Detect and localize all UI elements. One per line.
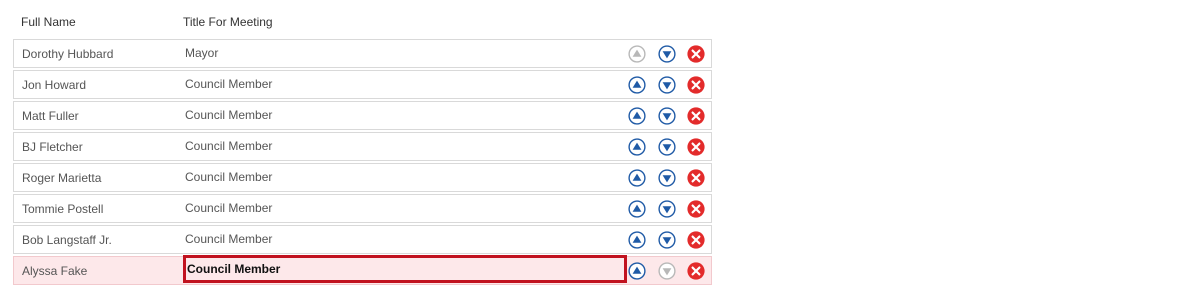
close-circle-icon [687,45,705,63]
move-up-button[interactable] [628,262,646,280]
remove-attendee-button[interactable] [687,138,705,156]
full-name-cell: Alyssa Fake [22,264,88,278]
move-down-button[interactable] [658,138,676,156]
move-down-button[interactable] [658,200,676,218]
arrow-down-circle-icon [658,107,676,125]
arrow-down-circle-icon [658,45,676,63]
arrow-up-circle-icon [628,138,646,156]
remove-attendee-button[interactable] [687,76,705,94]
meeting-title-cell[interactable]: Council Member [185,77,272,91]
move-up-button[interactable] [628,231,646,249]
meeting-title-cell[interactable]: Council Member [185,201,272,215]
full-name-cell: Matt Fuller [22,109,79,123]
column-headers: Full Name Title For Meeting [0,0,712,38]
meeting-title-cell[interactable]: Council Member [185,170,272,184]
table-row: Dorothy Hubbard Mayor [13,39,712,68]
close-circle-icon [687,138,705,156]
remove-attendee-button[interactable] [687,107,705,125]
header-full-name: Full Name [21,15,76,29]
table-row: Tommie Postell Council Member [13,194,712,223]
close-circle-icon [687,107,705,125]
full-name-cell: Roger Marietta [22,171,102,185]
remove-attendee-button[interactable] [687,45,705,63]
table-row: Bob Langstaff Jr. Council Member [13,225,712,254]
arrow-down-circle-icon [658,76,676,94]
meeting-title-cell[interactable]: Council Member [185,139,272,153]
remove-attendee-button[interactable] [687,262,705,280]
arrow-down-circle-icon [658,200,676,218]
table-row: Alyssa Fake [13,255,712,285]
move-down-button[interactable] [658,107,676,125]
close-circle-icon [687,262,705,280]
remove-attendee-button[interactable] [687,231,705,249]
meeting-title-cell[interactable]: Mayor [185,46,218,60]
close-circle-icon [687,169,705,187]
arrow-down-circle-icon [658,138,676,156]
arrow-up-circle-icon [628,262,646,280]
move-up-button [628,45,646,63]
remove-attendee-button[interactable] [687,200,705,218]
move-up-button[interactable] [628,200,646,218]
arrow-down-circle-icon [658,231,676,249]
table-row: BJ Fletcher Council Member [13,132,712,161]
move-up-button[interactable] [628,138,646,156]
move-up-button[interactable] [628,76,646,94]
arrow-up-circle-icon [628,231,646,249]
attendee-list-editor: Full Name Title For Meeting Dorothy Hubb… [0,0,1200,304]
arrow-up-circle-icon [628,45,646,63]
close-circle-icon [687,231,705,249]
full-name-cell: Jon Howard [22,78,87,92]
move-down-button [658,262,676,280]
header-title-for-meeting: Title For Meeting [183,15,273,29]
arrow-up-circle-icon [628,200,646,218]
table-row: Matt Fuller Council Member [13,101,712,130]
move-up-button[interactable] [628,169,646,187]
attendee-rows: Dorothy Hubbard Mayor Jon Howard Council Me… [13,39,712,287]
move-down-button[interactable] [658,45,676,63]
move-down-button[interactable] [658,231,676,249]
arrow-up-circle-icon [628,169,646,187]
meeting-title-input[interactable] [183,255,627,283]
table-row: Jon Howard Council Member [13,70,712,99]
move-up-button[interactable] [628,107,646,125]
remove-attendee-button[interactable] [687,169,705,187]
full-name-cell: BJ Fletcher [22,140,83,154]
arrow-down-circle-icon [658,169,676,187]
close-circle-icon [687,76,705,94]
full-name-cell: Tommie Postell [22,202,104,216]
full-name-cell: Bob Langstaff Jr. [22,233,112,247]
table-row: Roger Marietta Council Member [13,163,712,192]
close-circle-icon [687,200,705,218]
arrow-up-circle-icon [628,107,646,125]
meeting-title-cell[interactable]: Council Member [185,108,272,122]
move-down-button[interactable] [658,76,676,94]
full-name-cell: Dorothy Hubbard [22,47,114,61]
meeting-title-cell[interactable]: Council Member [185,232,272,246]
arrow-down-circle-icon [658,262,676,280]
arrow-up-circle-icon [628,76,646,94]
move-down-button[interactable] [658,169,676,187]
